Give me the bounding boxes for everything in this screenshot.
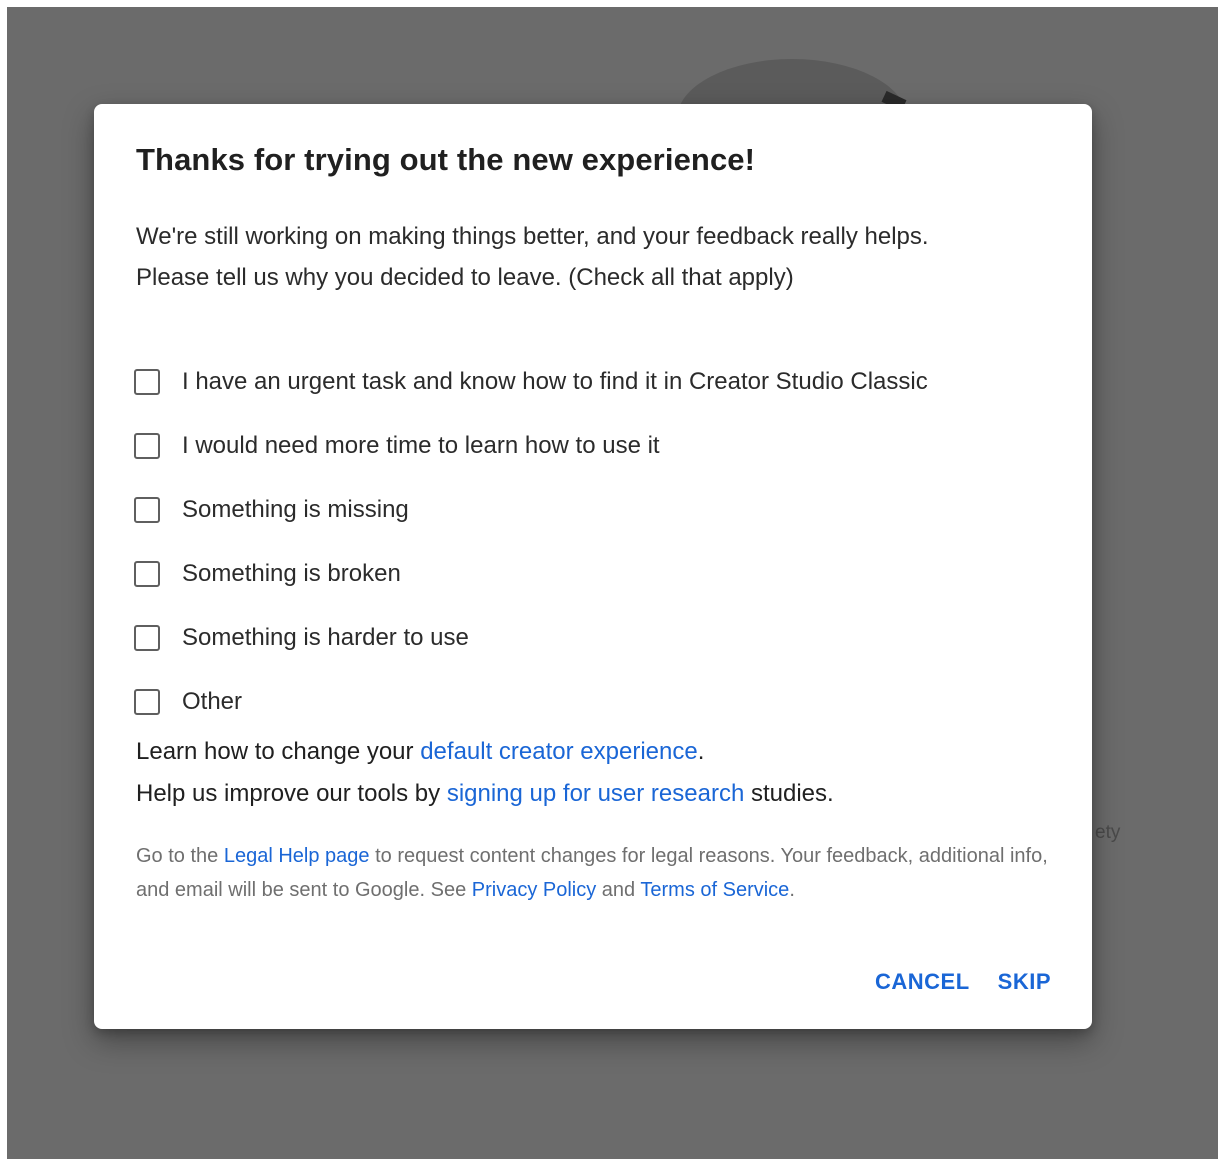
option-other[interactable]: Other xyxy=(134,670,928,734)
option-label: Something is harder to use xyxy=(182,624,469,651)
checkbox[interactable] xyxy=(134,689,160,715)
skip-button[interactable]: SKIP xyxy=(998,969,1051,995)
description-line-2: Please tell us why you decided to leave.… xyxy=(136,264,794,291)
description-line-1: We're still working on making things bet… xyxy=(136,223,929,250)
feedback-dialog: Thanks for trying out the new experience… xyxy=(94,104,1092,1029)
terms-of-service-link[interactable]: Terms of Service xyxy=(640,879,789,901)
option-urgent-task[interactable]: I have an urgent task and know how to fi… xyxy=(134,350,928,414)
privacy-policy-link[interactable]: Privacy Policy xyxy=(472,879,596,901)
default-creator-experience-link[interactable]: default creator experience xyxy=(420,738,698,765)
dialog-actions: CANCEL SKIP xyxy=(875,969,1051,995)
cancel-button[interactable]: CANCEL xyxy=(875,969,970,995)
option-label: Something is broken xyxy=(182,560,401,587)
option-label: Something is missing xyxy=(182,496,409,523)
help-links: Learn how to change your default creator… xyxy=(136,731,834,815)
legal-notice: Go to the Legal Help page to request con… xyxy=(136,839,1056,907)
reason-options-list: I have an urgent task and know how to fi… xyxy=(134,350,928,734)
learn-prefix: Learn how to change your xyxy=(136,738,421,765)
checkbox[interactable] xyxy=(134,497,160,523)
checkbox[interactable] xyxy=(134,561,160,587)
learn-line: Learn how to change your default creator… xyxy=(136,731,834,773)
checkbox[interactable] xyxy=(134,369,160,395)
legal-prefix: Go to the xyxy=(136,845,224,867)
option-something-broken[interactable]: Something is broken xyxy=(134,542,928,606)
learn-suffix: . xyxy=(697,738,705,765)
checkbox[interactable] xyxy=(134,433,160,459)
option-need-more-time[interactable]: I would need more time to learn how to u… xyxy=(134,414,928,478)
option-label: I have an urgent task and know how to fi… xyxy=(182,368,928,395)
legal-help-page-link[interactable]: Legal Help page xyxy=(224,845,370,867)
research-suffix: studies. xyxy=(744,780,834,807)
option-something-missing[interactable]: Something is missing xyxy=(134,478,928,542)
checkbox[interactable] xyxy=(134,625,160,651)
research-prefix: Help us improve our tools by xyxy=(136,780,447,807)
user-research-signup-link[interactable]: signing up for user research xyxy=(447,780,745,807)
research-line: Help us improve our tools by signing up … xyxy=(136,773,834,815)
legal-and: and xyxy=(596,879,641,901)
background-partial-text: ety xyxy=(1095,822,1121,843)
dialog-description: We're still working on making things bet… xyxy=(136,216,929,298)
option-harder-to-use[interactable]: Something is harder to use xyxy=(134,606,928,670)
option-label: I would need more time to learn how to u… xyxy=(182,432,660,459)
dialog-title: Thanks for trying out the new experience… xyxy=(136,142,756,177)
option-label: Other xyxy=(182,688,243,715)
legal-suffix: . xyxy=(789,879,795,901)
